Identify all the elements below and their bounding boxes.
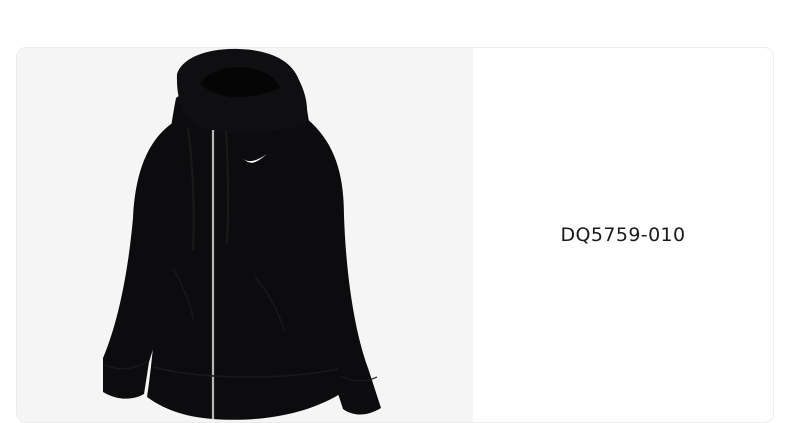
product-card[interactable]: DQ5759-010 <box>16 47 774 423</box>
product-sku: DQ5759-010 <box>560 224 686 246</box>
sku-panel: DQ5759-010 <box>473 48 773 422</box>
product-image-panel[interactable] <box>17 48 473 422</box>
product-image <box>103 48 381 420</box>
